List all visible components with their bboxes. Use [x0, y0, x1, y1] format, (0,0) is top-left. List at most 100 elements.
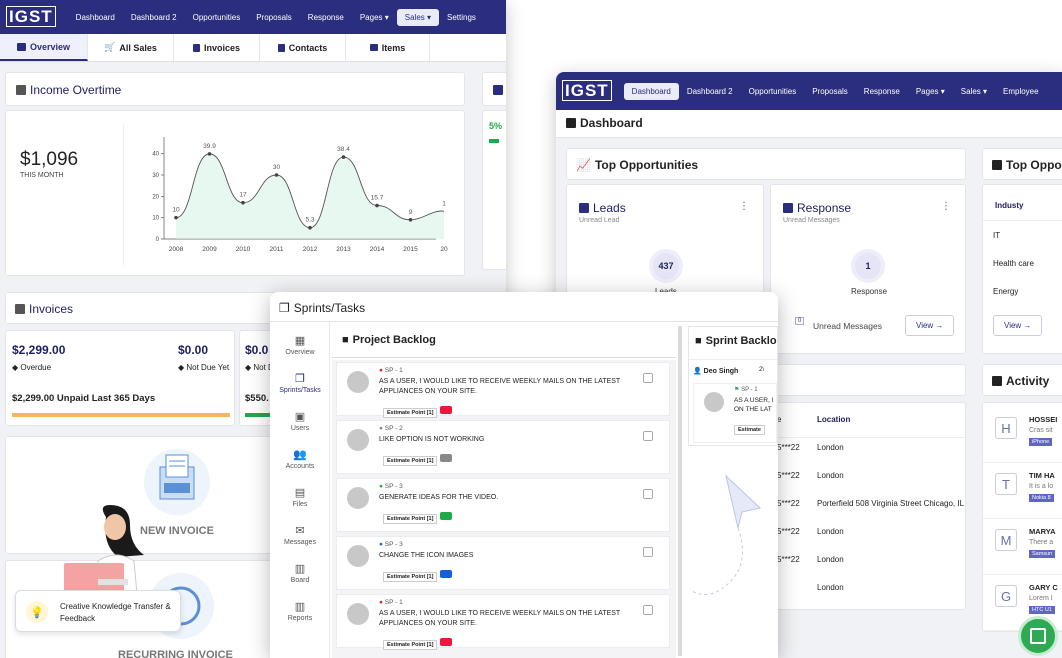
data-label: 38.4	[337, 146, 350, 153]
nav2-dashboard2[interactable]: Dashboard 2	[679, 83, 741, 100]
task-text: GENERATE IDEAS FOR THE VIDEO.	[379, 494, 499, 501]
sidebar-label: Files	[292, 501, 308, 508]
nav-settings[interactable]: Settings	[439, 9, 484, 26]
task-checkbox[interactable]	[643, 547, 653, 557]
x-tick-label: 2013	[336, 246, 351, 253]
task-tag: Estimate Point [1]	[383, 449, 453, 467]
flag-icon: ●	[379, 367, 383, 374]
avatar	[347, 545, 369, 567]
sidebar-item-messages[interactable]: ✉ Messages	[270, 524, 330, 546]
leads-menu-icon[interactable]: ⋮	[739, 201, 749, 212]
task-checkbox[interactable]	[643, 373, 653, 383]
not-due-label: ◆ Not Due Yet	[178, 363, 230, 372]
invoice-summary-card: $2,299.00 ◆ Overdue $0.00 ◆ Not Due Yet …	[5, 330, 235, 426]
feedback-toast[interactable]: 💡 Creative Knowledge Transfer & Feedback	[15, 590, 181, 632]
sidebar-item-reports[interactable]: ▥ Reports	[270, 600, 330, 622]
data-point	[375, 203, 379, 208]
calendar-fab[interactable]	[1018, 616, 1058, 656]
contact-icon	[277, 43, 285, 52]
tab-contacts[interactable]: Contacts	[260, 34, 346, 61]
tab-items[interactable]: Items	[346, 34, 430, 61]
nav-dashboard[interactable]: Dashboard	[68, 9, 123, 26]
nav2-dashboard[interactable]: Dashboard	[623, 82, 679, 100]
activity-tag: Nokia 8	[1029, 494, 1054, 502]
sidebar-item-sprints-tasks[interactable]: ❐ Sprints/Tasks	[270, 372, 330, 394]
nav2-employee[interactable]: Employee	[995, 83, 1047, 100]
phone-cell: 5***22	[777, 443, 800, 452]
task-card[interactable]: ● SP - 3 CHANGE THE ICON IMAGES Estimate P…	[336, 536, 670, 590]
task-checkbox[interactable]	[643, 605, 653, 615]
task-tag: Estimate	[734, 418, 768, 436]
task-text: AS A USER, I WOULD LIKE TO RECEIVE WEEKL…	[379, 610, 621, 627]
sidebar-label: Reports	[287, 615, 313, 622]
invoice-icon	[15, 304, 25, 314]
activity-item: T TIM HA It is a lo Nokia 8	[983, 467, 1062, 519]
nav-opportunities[interactable]: Opportunities	[185, 9, 249, 26]
x-tick-label: 2012	[303, 246, 318, 253]
industry-view-button[interactable]: View →	[993, 315, 1043, 336]
location-cell: London	[817, 471, 844, 480]
nav2-proposals[interactable]: Proposals	[804, 83, 856, 100]
nav2-pages[interactable]: Pages ▾	[908, 83, 953, 100]
task-id: ● SP - 2	[379, 425, 403, 432]
sprint-backlog-title: ■ Sprint Backlo	[695, 335, 777, 347]
tab-overview[interactable]: Overview	[0, 34, 88, 61]
task-card[interactable]: ● SP - 1 AS A USER, I WOULD LIKE TO RECEI…	[336, 362, 670, 418]
folder-icon: ■	[342, 334, 349, 346]
estimate-pill	[440, 453, 453, 462]
side-percent: 5%	[489, 121, 503, 131]
nav-response[interactable]: Response	[300, 9, 352, 26]
sidebar-label: Overview	[285, 349, 315, 356]
paid-amount: $0.0	[245, 343, 269, 357]
top-opp-title: 📈 Top Opportunities	[576, 158, 699, 172]
nav-dashboard2[interactable]: Dashboard 2	[123, 9, 185, 26]
task-tag: Estimate Point [1]	[383, 507, 453, 525]
tab-all-sales[interactable]: 🛒 All Sales	[88, 34, 174, 61]
y-tick-label: 40	[152, 152, 159, 158]
invoices-title: Invoices	[15, 302, 73, 316]
nav-sales[interactable]: Sales ▾	[396, 8, 439, 26]
nav2-response[interactable]: Response	[856, 83, 908, 100]
unread-text: Unread Messages	[813, 321, 882, 331]
task-id: ⚑ SP - 1	[734, 387, 758, 393]
logo: IGST	[6, 6, 56, 27]
flag-icon: ●	[379, 599, 383, 606]
avatar	[704, 392, 724, 412]
side-card-header	[482, 72, 506, 106]
leads-sub: Unread Lead	[579, 217, 620, 224]
top-opp-header-2: Top Oppo	[982, 148, 1062, 180]
nav2-opportunities[interactable]: Opportunities	[741, 83, 805, 100]
sprint-task-card[interactable]: ⚑ SP - 1 AS A USER, I ON THE LAT Estimat…	[693, 383, 777, 443]
paper-plane-icon	[690, 474, 762, 595]
sidebar-item-accounts[interactable]: 👥 Accounts	[270, 448, 330, 470]
phone-cell: 5***22	[777, 527, 800, 536]
sidebar-item-overview[interactable]: ▦ Overview	[270, 334, 330, 356]
nav-proposals[interactable]: Proposals	[248, 9, 300, 26]
sidebar-item-files[interactable]: ▤ Files	[270, 486, 330, 508]
activity-text: It is a lo	[1029, 483, 1054, 490]
activity-text: Lorem I	[1029, 595, 1053, 602]
cart-icon: 🛒	[104, 42, 116, 52]
backlog-scrollbar[interactable]	[678, 326, 682, 656]
activity-tag: HTC U1	[1029, 606, 1055, 614]
task-checkbox[interactable]	[643, 489, 653, 499]
industry-row: Health care	[993, 259, 1034, 268]
sidebar-item-board[interactable]: ▥ Board	[270, 562, 330, 584]
task-checkbox[interactable]	[643, 431, 653, 441]
sidebar-item-users[interactable]: ▣ Users	[270, 410, 330, 432]
nav-pages[interactable]: Pages ▾	[352, 9, 397, 26]
response-menu-icon[interactable]: ⋮	[941, 201, 951, 212]
activity-item: M MARYA There a Samsun	[983, 523, 1062, 575]
nav2-sales[interactable]: Sales ▾	[953, 83, 995, 100]
activity-name: GARY C	[1029, 583, 1058, 592]
task-card[interactable]: ● SP - 1 AS A USER, I WOULD LIKE TO RECEI…	[336, 594, 670, 650]
tab-invoices[interactable]: Invoices	[174, 34, 260, 61]
unread-badge: 0	[795, 317, 805, 325]
folder-icon	[369, 44, 378, 51]
y-tick-label: 20	[152, 194, 159, 200]
response-view-button[interactable]: View →	[905, 315, 955, 336]
side-card: 5%	[482, 110, 506, 270]
task-card[interactable]: ● SP - 2 LIKE OPTION IS NOT WORKING Estima…	[336, 420, 670, 474]
sprints-header: ❐ Sprints/Tasks	[270, 292, 778, 322]
task-card[interactable]: ● SP - 3 GENERATE IDEAS FOR THE VIDEO. Est…	[336, 478, 670, 532]
